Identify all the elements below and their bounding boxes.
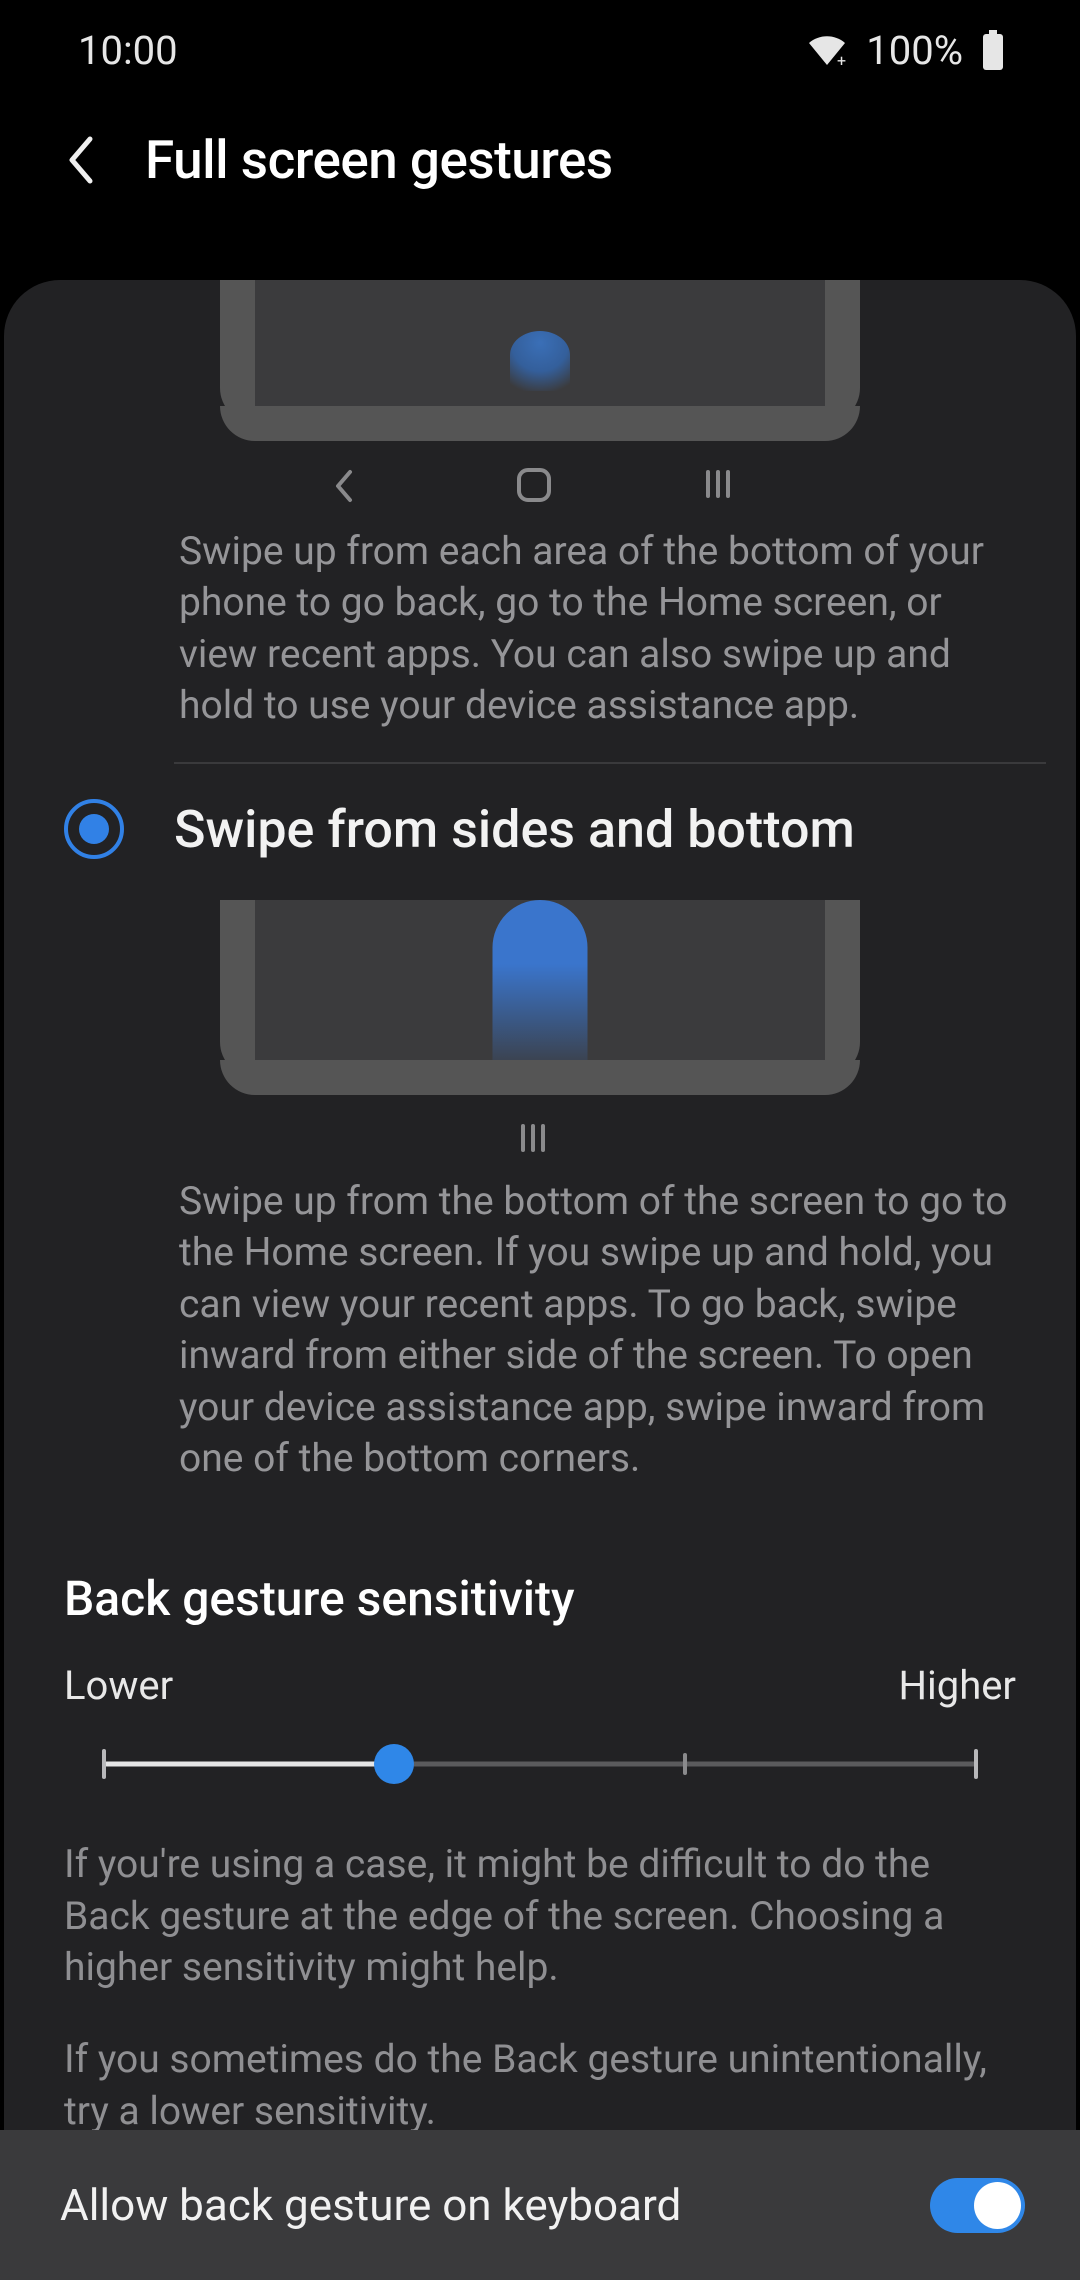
gesture-option-swipe-bottom[interactable]: Swipe from bottom <box>4 280 1076 506</box>
option-header: Swipe from sides and bottom <box>64 799 1016 860</box>
home-hint-icon <box>515 466 565 506</box>
slider-tick <box>974 1749 978 1779</box>
option-description: Swipe up from the bottom of the screen t… <box>4 1156 1076 1515</box>
recents-hint-icon <box>515 1120 565 1156</box>
status-battery-pct: 100% <box>866 27 963 74</box>
option-title: Swipe from sides and bottom <box>174 799 855 860</box>
battery-icon <box>981 30 1005 70</box>
status-time: 10:00 <box>78 27 178 74</box>
option-description: Swipe up from each area of the bottom of… <box>4 506 1076 762</box>
divider <box>174 762 1046 764</box>
slider-track-fill <box>104 1761 394 1766</box>
allow-back-on-keyboard-label: Allow back gesture on keyboard <box>60 2179 681 2231</box>
finger-dot-icon <box>510 331 570 391</box>
recents-hint-icon <box>700 466 750 506</box>
allow-back-on-keyboard-switch[interactable] <box>930 2178 1025 2233</box>
allow-back-on-keyboard-row[interactable]: Allow back gesture on keyboard <box>0 2130 1080 2280</box>
settings-panel: Swipe from bottom <box>4 280 1076 2130</box>
switch-knob-icon <box>974 2182 1021 2229</box>
slider-tick <box>683 1753 687 1775</box>
status-bar: 10:00 + 100% <box>0 0 1080 100</box>
slider-thumb[interactable] <box>374 1744 414 1784</box>
sensitivity-lower-label: Lower <box>64 1662 173 1709</box>
gesture-option-swipe-sides-bottom[interactable]: Swipe from sides and bottom <box>4 799 1076 1156</box>
finger-swipe-icon <box>493 900 588 1060</box>
sensitivity-desc-2: If you sometimes do the Back gesture uni… <box>64 2034 1016 2130</box>
nav-hints <box>64 466 1016 506</box>
sensitivity-description: If you're using a case, it might be diff… <box>4 1784 1076 2130</box>
illustration <box>64 280 1016 441</box>
wifi-icon: + <box>806 33 848 67</box>
sensitivity-higher-label: Higher <box>898 1662 1016 1709</box>
page-title: Full screen gestures <box>145 129 613 191</box>
radio-icon-selected[interactable] <box>64 799 124 859</box>
status-right: + 100% <box>806 27 1005 74</box>
back-button[interactable] <box>60 140 100 180</box>
svg-text:+: + <box>837 51 846 67</box>
slider-tick <box>102 1749 106 1779</box>
sensitivity-slider[interactable] <box>104 1744 976 1784</box>
chevron-left-icon <box>64 135 96 185</box>
nav-hints <box>64 1120 1016 1156</box>
sensitivity-title: Back gesture sensitivity <box>4 1515 1076 1662</box>
page-header: Full screen gestures <box>0 100 1080 220</box>
back-hint-icon <box>330 466 380 506</box>
scroll-content: Swipe from bottom <box>4 280 1076 2130</box>
illustration <box>64 870 1016 1095</box>
sensitivity-desc-1: If you're using a case, it might be diff… <box>64 1839 1016 1995</box>
sensitivity-range-labels: Lower Higher <box>4 1662 1076 1709</box>
